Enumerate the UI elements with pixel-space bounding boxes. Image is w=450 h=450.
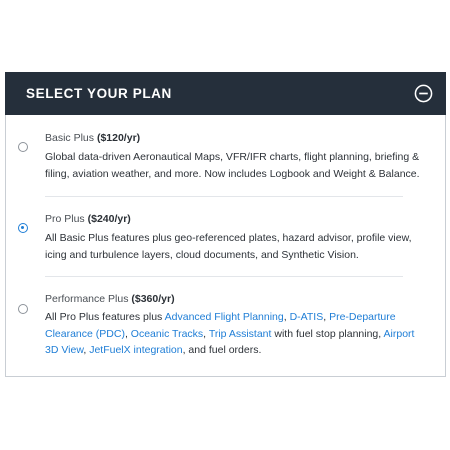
plan-description-basic-plus: Global data-driven Aeronautical Maps, VF… [45,149,423,182]
link-d-atis[interactable]: D-ATIS [290,311,324,323]
plan-selection-panel: SELECT YOUR PLAN Basic Plus ($120/yr) Gl… [5,72,446,377]
plan-description-performance-plus: All Pro Plus features plus Advanced Flig… [45,309,423,359]
plan-divider [45,196,403,197]
plan-title-performance-plus: Performance Plus [45,293,129,305]
separator: with fuel stop planning, [271,327,384,340]
panel-header: SELECT YOUR PLAN [5,72,446,115]
panel-title: SELECT YOUR PLAN [26,86,172,101]
plan-divider [45,276,403,277]
plan-name-performance-plus: Performance Plus ($360/yr) [45,293,175,305]
description-end: , and fuel orders. [182,344,262,356]
plan-description-intro: All Pro Plus features plus [45,311,165,323]
plan-price-basic-plus: ($120/yr) [96,132,141,144]
link-jetfuelx-integration[interactable]: JetFuelX integration [89,344,182,356]
link-trip-assistant[interactable]: Trip Assistant [209,328,272,340]
plan-name-pro-plus: Pro Plus ($240/yr) [45,213,131,225]
link-oceanic-tracks[interactable]: Oceanic Tracks [131,328,203,340]
plan-description-pro-plus: All Basic Plus features plus geo-referen… [45,230,423,263]
plan-description-text: Global data-driven Aeronautical Maps, VF… [45,151,420,180]
plan-description-text: All Basic Plus features plus geo-referen… [45,232,412,261]
plan-title-basic-plus: Basic Plus [45,132,95,144]
plan-price-performance-plus: ($360/yr) [131,293,175,305]
plan-title-pro-plus: Pro Plus [45,213,85,225]
minus-circle-icon[interactable] [414,84,433,103]
radio-performance-plus[interactable] [18,304,28,314]
link-advanced-flight-planning[interactable]: Advanced Flight Planning [165,311,284,323]
plan-name-basic-plus: Basic Plus ($120/yr) [45,132,140,144]
radio-pro-plus-selected[interactable] [18,223,28,233]
plan-price-pro-plus: ($240/yr) [87,213,131,225]
radio-basic-plus[interactable] [18,142,28,152]
